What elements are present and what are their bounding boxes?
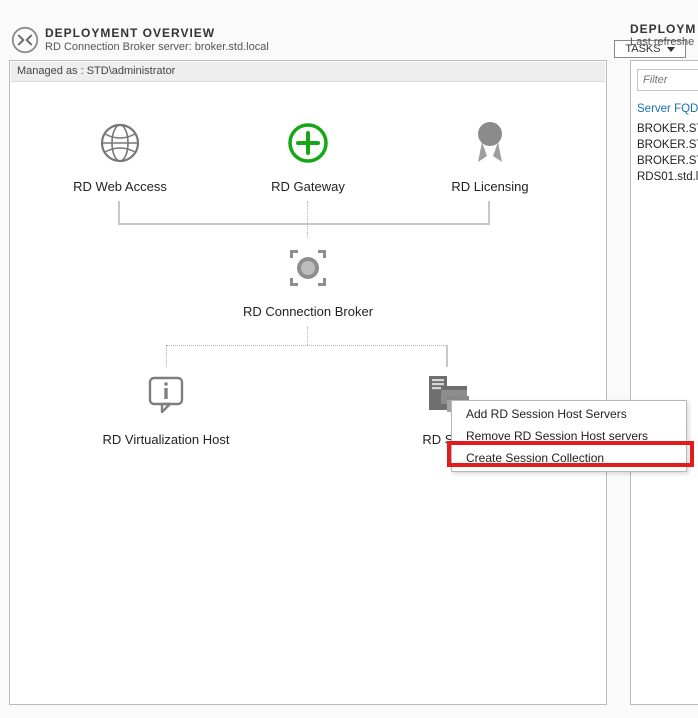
node-label: RD Virtualization Host (86, 432, 246, 447)
panel-title: DEPLOYMENT OVERVIEW (45, 26, 607, 40)
server-row[interactable]: BROKER.STD (637, 137, 698, 153)
column-header-server-fqdn[interactable]: Server FQD (637, 103, 698, 115)
node-rd-web-access[interactable]: RD Web Access (40, 113, 200, 194)
node-label: RD Connection Broker (218, 304, 398, 319)
node-label: RD Web Access (40, 179, 200, 194)
add-plus-icon (285, 120, 331, 166)
connector-dotted (166, 345, 448, 346)
target-circle-icon (284, 244, 332, 292)
node-label: RD Licensing (410, 179, 570, 194)
connector-dotted (307, 327, 308, 345)
node-rd-virtualization-host[interactable]: RD Virtualization Host (86, 366, 246, 447)
managed-as-bar: Managed as : STD\administrator (11, 62, 605, 82)
connector-dotted (166, 345, 167, 367)
context-menu: Add RD Session Host Servers Remove RD Se… (451, 400, 687, 472)
topology-canvas: RD Web Access RD Gateway RD Licensin (10, 83, 606, 704)
node-label: RD Gateway (228, 179, 388, 194)
panel-subtitle: RD Connection Broker server: broker.std.… (45, 41, 607, 53)
side-panel-body: Server FQD BROKER.STD BROKER.STD BROKER.… (630, 60, 698, 705)
connector-line (118, 223, 490, 225)
node-rd-licensing[interactable]: RD Licensing (410, 113, 570, 194)
info-bubble-icon (142, 372, 190, 420)
node-rd-gateway[interactable]: RD Gateway (228, 113, 388, 194)
refresh-arrows-icon (11, 26, 39, 54)
ribbon-award-icon (467, 118, 513, 168)
menu-remove-rd-session-host[interactable]: Remove RD Session Host servers (452, 425, 686, 447)
connector-dotted (307, 201, 308, 237)
menu-create-session-collection[interactable]: Create Session Collection (452, 447, 686, 469)
side-panel-subtitle: Last refreshe (630, 36, 698, 48)
connector-line (446, 345, 448, 367)
connector-line (118, 201, 120, 225)
side-panel-title: DEPLOYM (630, 22, 698, 36)
server-row[interactable]: BROKER.STD (637, 121, 698, 137)
globe-icon (97, 120, 143, 166)
server-row[interactable]: RDS01.std.l (637, 169, 698, 185)
connector-line (488, 201, 490, 225)
server-row[interactable]: BROKER.STD (637, 153, 698, 169)
node-rd-connection-broker[interactable]: RD Connection Broker (218, 238, 398, 319)
filter-input[interactable] (637, 69, 698, 91)
menu-add-rd-session-host[interactable]: Add RD Session Host Servers (452, 403, 686, 425)
